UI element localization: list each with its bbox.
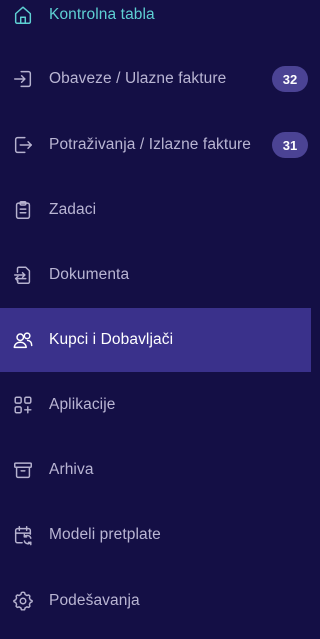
sidebar-item-label: Kontrolna tabla — [49, 6, 155, 23]
sidebar-item-label: Potraživanja / Izlazne fakture — [49, 136, 252, 153]
gear-icon — [12, 590, 34, 612]
sidebar-item-label: Podešavanja — [49, 592, 140, 609]
count-badge: 31 — [272, 132, 308, 158]
sign-out-icon — [12, 134, 34, 156]
sidebar-item-kupci-i-dobavljaci[interactable]: Kupci i Dobavljači — [0, 308, 311, 372]
sidebar-item-label: Dokumenta — [49, 266, 130, 283]
document-transfer-icon — [12, 264, 34, 286]
sidebar-item-aplikacije[interactable]: Aplikacije — [0, 373, 311, 437]
count-badge: 32 — [272, 66, 308, 92]
sidebar-item-label: Zadaci — [49, 201, 97, 218]
clipboard-icon — [12, 199, 34, 221]
home-icon — [12, 4, 34, 26]
sidebar-item-arhiva[interactable]: Arhiva — [0, 438, 311, 502]
sidebar-item-label: Arhiva — [49, 461, 94, 478]
users-icon — [12, 329, 34, 351]
calendar-refresh-icon — [12, 524, 34, 546]
sidebar-item-modeli-pretplate[interactable]: Modeli pretplate — [0, 503, 311, 567]
sidebar: Kontrolna tabla Obaveze / Ulazne fakture… — [0, 0, 311, 639]
sidebar-item-zadaci[interactable]: Zadaci — [0, 178, 311, 242]
sidebar-item-potrazivanja[interactable]: Potraživanja / Izlazne fakture 31 — [0, 113, 311, 177]
sidebar-item-kontrolna-tabla[interactable]: Kontrolna tabla — [0, 0, 311, 47]
apps-grid-icon — [12, 394, 34, 416]
sidebar-item-label: Modeli pretplate — [49, 526, 161, 543]
sign-in-icon — [12, 68, 34, 90]
sidebar-item-dokumenta[interactable]: Dokumenta — [0, 243, 311, 307]
sidebar-item-obaveze[interactable]: Obaveze / Ulazne fakture 32 — [0, 47, 311, 111]
sidebar-item-podesavanja[interactable]: Podešavanja — [0, 569, 311, 633]
sidebar-item-label: Obaveze / Ulazne fakture — [49, 70, 227, 87]
sidebar-item-label: Kupci i Dobavljači — [49, 331, 174, 348]
sidebar-item-label: Aplikacije — [49, 396, 116, 413]
archive-icon — [12, 459, 34, 481]
